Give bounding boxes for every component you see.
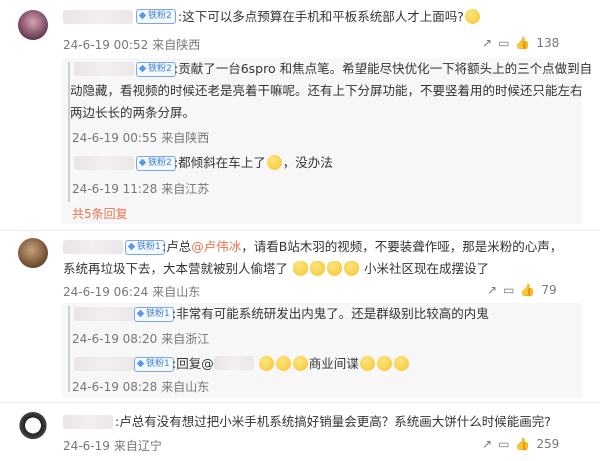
- comment-actions: ↗ ▭ 👍 259: [482, 437, 559, 451]
- reply-text: :非常有可能系统研发出内鬼了。还是群级别比较高的内鬼: [172, 306, 489, 321]
- reply-text: :贡献了一台6spro 和焦点笔。希望能尽快优化一下将额头上的三个点做到自: [174, 61, 593, 76]
- like-count: 138: [536, 36, 560, 50]
- cat-emoji-icon: [344, 261, 359, 276]
- comment-icon[interactable]: ▭: [498, 437, 509, 451]
- reply-meta: 24-6-19 11:28 来自江苏: [72, 182, 210, 196]
- mention-link[interactable]: @卢伟冰: [191, 239, 241, 254]
- like-icon[interactable]: 👍: [520, 283, 535, 297]
- gem-icon: [138, 158, 147, 167]
- share-icon[interactable]: ↗: [482, 437, 492, 451]
- emoji-icon: [275, 356, 291, 371]
- cat-emoji-icon: [327, 261, 342, 276]
- emoji-icon: [359, 356, 375, 371]
- reply-text: :都倾斜在车上了 ，没办法: [174, 155, 333, 170]
- emoji-icon: [292, 356, 308, 371]
- comment-text: :卢总@卢伟冰，请看B站木羽的视频，不要装聋作哑，那是米粉的心声，: [162, 239, 563, 254]
- avatar[interactable]: [18, 412, 48, 442]
- comment-meta: 24-6-19 06:24 来自山东: [63, 285, 201, 299]
- reply-text: 动隐藏，看视频的时候还老是亮着干嘛呢。还有上下分屏功能，不要竖着用的时候还只能左…: [70, 83, 583, 98]
- cat-emoji-icon: [310, 261, 325, 276]
- fan-badge: 铁粉2: [136, 9, 176, 24]
- fan-badge: 铁粉2: [136, 62, 176, 77]
- gem-icon: [138, 64, 147, 73]
- emoji-icon: [464, 9, 480, 24]
- divider: [0, 402, 600, 403]
- share-icon[interactable]: ↗: [482, 36, 492, 50]
- like-count: 259: [536, 437, 560, 451]
- reply-meta: 24-6-19 08:20 来自浙江: [72, 332, 210, 346]
- username-blurred[interactable]: [74, 62, 134, 76]
- fan-badge: 铁粉1: [134, 357, 174, 372]
- emoji-icon: [393, 356, 409, 371]
- mention-blurred[interactable]: [213, 356, 254, 370]
- gem-icon: [138, 11, 147, 20]
- comment-icon[interactable]: ▭: [498, 36, 509, 50]
- avatar[interactable]: [18, 10, 48, 40]
- divider: [0, 230, 600, 231]
- username-blurred[interactable]: [63, 240, 123, 254]
- comment-text: :卢总有没有想过把小米手机系统搞好销量会更高？系统画大饼什么时候能画完?: [115, 414, 551, 429]
- gem-icon: [127, 242, 136, 251]
- fan-badge: 铁粉1: [134, 307, 174, 322]
- username-blurred[interactable]: [63, 415, 113, 429]
- cat-emoji-icon: [293, 261, 308, 276]
- comment-meta: 24-6-19 00:52 来自陕西: [63, 38, 201, 52]
- reply-text: :回复@ 商业间谍: [172, 353, 410, 375]
- reply-meta: 24-6-19 00:55 来自陕西: [72, 131, 210, 145]
- reply-text: 两边长长的两条分屏。: [70, 105, 196, 120]
- like-icon[interactable]: 👍: [515, 437, 530, 451]
- comment-text: :这下可以多点预算在手机和平板系统部人才上面吗?: [178, 6, 481, 28]
- like-icon[interactable]: 👍: [515, 36, 530, 50]
- reply-divider: [68, 306, 70, 392]
- reply-meta: 24-6-19 08:28 来自山东: [72, 380, 210, 394]
- username-blurred[interactable]: [74, 156, 134, 170]
- fan-badge: 铁粉2: [136, 156, 176, 171]
- username-blurred[interactable]: [74, 307, 134, 321]
- like-count: 79: [541, 283, 557, 297]
- comment-actions: ↗ ▭ 👍 138: [482, 36, 559, 50]
- emoji-icon: [376, 356, 392, 371]
- fan-badge: 铁粉1: [125, 240, 165, 255]
- comment-meta: 24-6-19 来自辽宁: [63, 439, 162, 453]
- username-blurred[interactable]: [74, 357, 134, 371]
- emoji-icon: [258, 356, 274, 371]
- share-icon[interactable]: ↗: [487, 283, 497, 297]
- avatar[interactable]: [18, 238, 48, 268]
- comment-text: 系统再垃圾下去，大本营就被别人偷塔了 小米社区现在成摆设了: [63, 261, 489, 276]
- gem-icon: [136, 359, 145, 368]
- gem-icon: [136, 309, 145, 318]
- username-blurred[interactable]: [63, 10, 133, 24]
- more-replies-link[interactable]: 共5条回复: [72, 205, 128, 222]
- comment-icon[interactable]: ▭: [503, 283, 514, 297]
- comment-actions: ↗ ▭ 👍 79: [487, 283, 557, 297]
- emoji-icon: [266, 155, 282, 170]
